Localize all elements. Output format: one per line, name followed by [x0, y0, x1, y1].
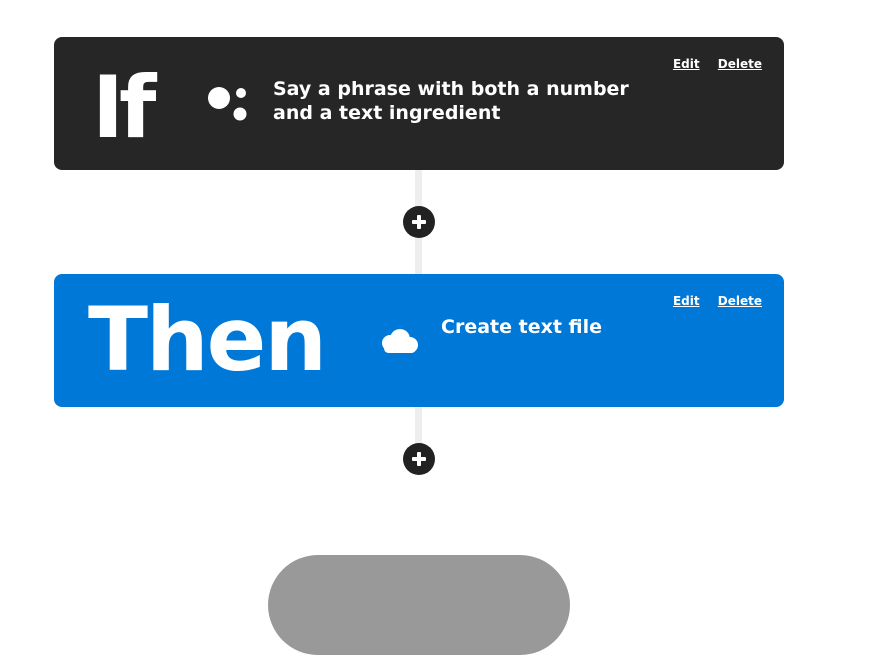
trigger-description: Say a phrase with both a number and a te… [273, 78, 629, 124]
trigger-card: If Say a phrase with both a number and a… [54, 37, 784, 170]
trigger-links: Edit Delete [659, 57, 762, 71]
continue-button[interactable] [268, 555, 570, 655]
onedrive-cloud-icon [378, 328, 420, 356]
add-step-button[interactable] [403, 206, 435, 238]
action-description: Create text file [441, 316, 603, 338]
trigger-delete-link[interactable]: Delete [718, 57, 762, 71]
action-card: Then Create text file Edit Delete [54, 274, 784, 407]
action-links: Edit Delete [659, 294, 762, 308]
google-assistant-icon [208, 83, 252, 123]
action-edit-link[interactable]: Edit [673, 294, 700, 308]
action-delete-link[interactable]: Delete [718, 294, 762, 308]
add-action-button[interactable] [403, 443, 435, 475]
if-label: If [92, 58, 156, 158]
trigger-edit-link[interactable]: Edit [673, 57, 700, 71]
then-label: Then [88, 288, 327, 391]
